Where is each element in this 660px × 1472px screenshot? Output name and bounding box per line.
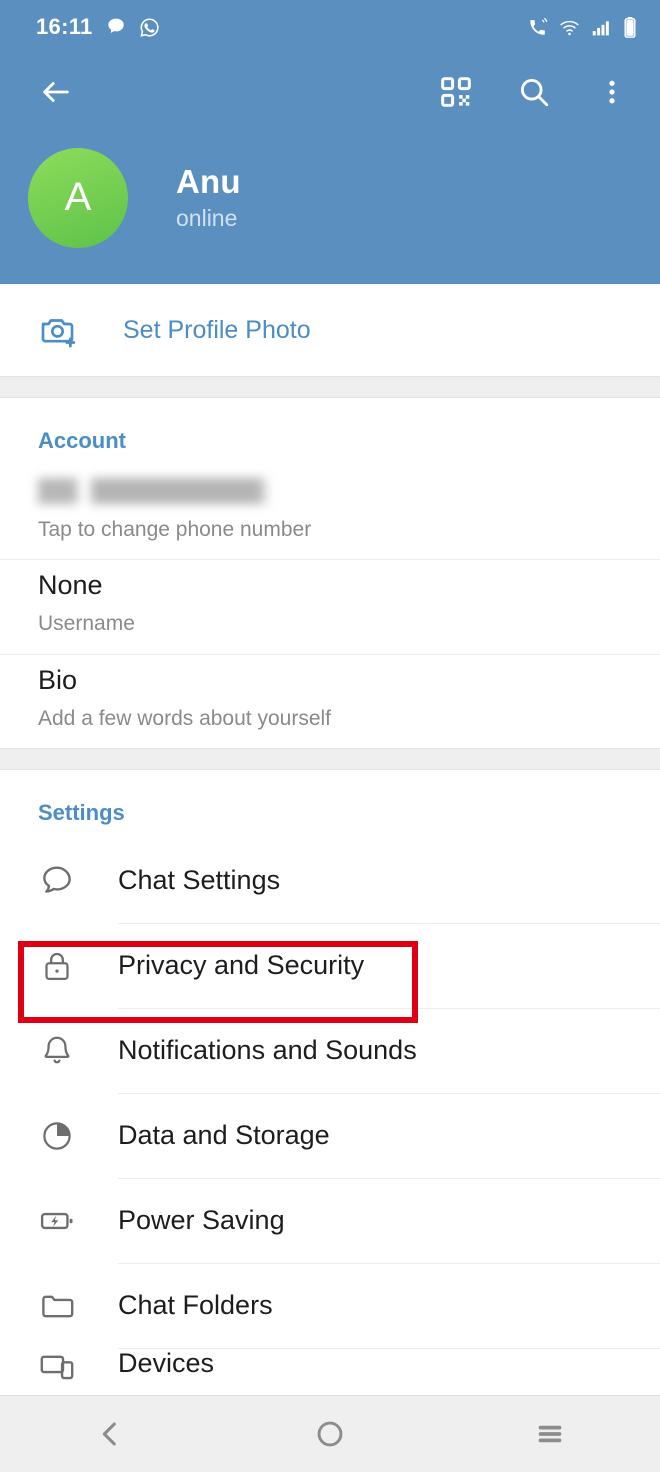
settings-item-label: Devices (118, 1348, 215, 1379)
overflow-menu-icon (609, 80, 615, 103)
settings-section-title: Settings (38, 800, 125, 826)
settings-section: Settings Chat Settings Privacy and Secur… (0, 770, 660, 1389)
bio-row[interactable]: Bio Add a few words about yourself (0, 655, 660, 748)
bio-value: Bio (38, 664, 78, 695)
overflow-menu-button[interactable] (584, 64, 640, 120)
folder-icon (22, 1287, 92, 1325)
chat-bubble-icon (107, 18, 124, 33)
settings-item-label: Notifications and Sounds (118, 1035, 417, 1066)
status-bar-left: 16:11 (36, 14, 160, 40)
lock-icon (22, 948, 92, 984)
profile-name: Anu (176, 163, 241, 201)
section-divider-2 (0, 748, 660, 771)
settings-item-notifications-and-sounds[interactable]: Notifications and Sounds (0, 1008, 660, 1094)
settings-item-label: Chat Settings (118, 865, 281, 896)
back-button[interactable] (28, 64, 84, 120)
wifi-icon (560, 20, 579, 35)
account-section: Account Tap to change phone number None … (0, 398, 660, 749)
settings-item-privacy-and-security[interactable]: Privacy and Security (0, 923, 660, 1009)
whatsapp-icon (139, 17, 159, 37)
status-bar: 16:11 (0, 0, 660, 54)
avatar[interactable]: A (28, 147, 128, 248)
nav-home-icon (317, 1421, 343, 1447)
qr-code-button[interactable] (428, 64, 484, 120)
chat-bubble-icon (22, 862, 92, 900)
devices-icon (22, 1348, 92, 1386)
pie-chart-icon (22, 1118, 92, 1154)
settings-item-power-saving[interactable]: Power Saving (0, 1178, 660, 1264)
settings-item-data-and-storage[interactable]: Data and Storage (0, 1093, 660, 1179)
call-vibrate-icon (530, 17, 548, 35)
nav-back-button[interactable] (65, 1404, 155, 1464)
settings-item-chat-settings[interactable]: Chat Settings (0, 838, 660, 924)
avatar-initial: A (64, 175, 92, 219)
camera-plus-icon (41, 319, 76, 348)
settings-item-label: Data and Storage (118, 1120, 330, 1151)
bio-hint: Add a few words about yourself (38, 706, 331, 730)
status-bar-right (526, 16, 638, 39)
username-row[interactable]: None Username (0, 560, 660, 655)
nav-home-button[interactable] (285, 1404, 375, 1464)
cellular-signal-icon (592, 20, 609, 35)
android-navigation-bar (0, 1395, 660, 1472)
search-icon (520, 78, 549, 106)
section-divider-1 (0, 376, 660, 398)
username-value: None (38, 570, 103, 601)
search-button[interactable] (506, 64, 562, 120)
phone-number-value-redacted (38, 478, 270, 504)
settings-item-label: Privacy and Security (118, 950, 365, 981)
back-arrow-icon (43, 81, 69, 102)
nav-recents-icon (538, 1425, 562, 1443)
set-profile-photo-section: Set Profile Photo (0, 284, 660, 376)
account-section-title: Account (38, 428, 126, 453)
profile-status: online (176, 205, 238, 232)
bell-icon (22, 1033, 92, 1069)
settings-item-label: Chat Folders (118, 1290, 273, 1321)
phone-number-hint: Tap to change phone number (38, 518, 312, 541)
profile-header: A Anu online (0, 129, 660, 284)
set-profile-photo-row[interactable]: Set Profile Photo (0, 284, 660, 376)
app-toolbar (0, 54, 660, 129)
settings-item-devices[interactable]: Devices (0, 1348, 660, 1389)
battery-icon (624, 16, 636, 38)
phone-number-row[interactable]: Tap to change phone number (0, 466, 660, 561)
status-bar-clock: 16:11 (36, 14, 93, 39)
set-profile-photo-label: Set Profile Photo (123, 315, 311, 344)
qr-code-icon (441, 76, 471, 107)
nav-recents-button[interactable] (505, 1404, 595, 1464)
profile-text-block: Anu online (176, 163, 241, 231)
username-label: Username (38, 612, 135, 636)
nav-back-icon (102, 1422, 116, 1446)
settings-item-chat-folders[interactable]: Chat Folders (0, 1263, 660, 1349)
battery-bolt-icon (22, 1202, 92, 1240)
settings-item-label: Power Saving (118, 1205, 285, 1236)
